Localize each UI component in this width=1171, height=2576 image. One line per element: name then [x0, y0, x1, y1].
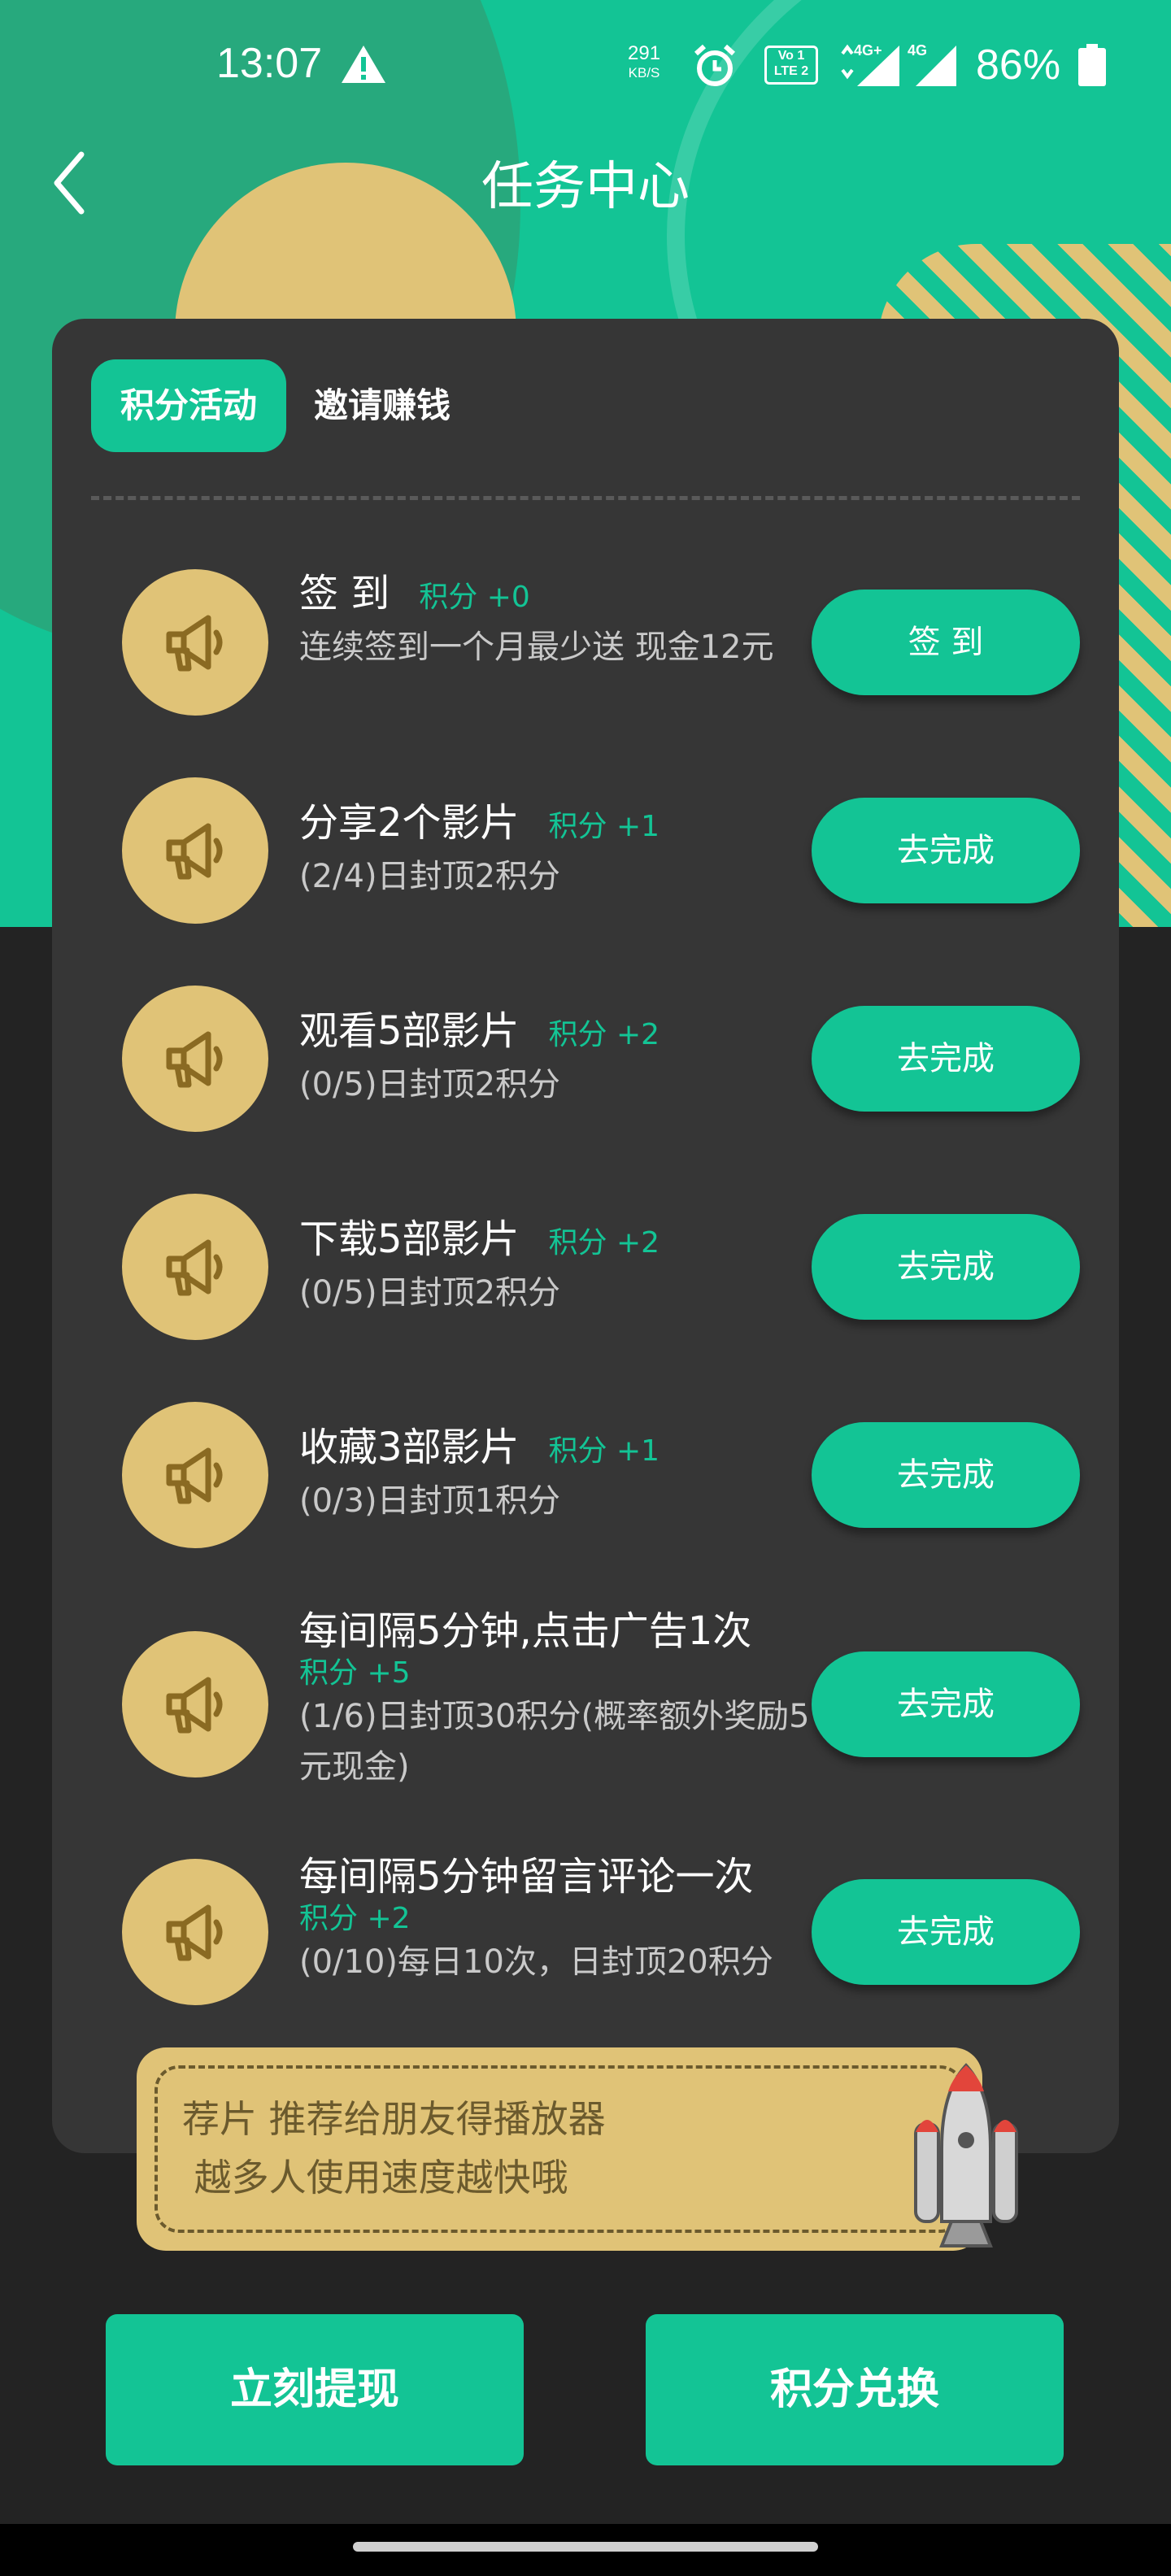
task-points: 积分 +5: [299, 1656, 411, 1690]
megaphone-icon: [122, 777, 268, 924]
task-points: 积分 +1: [548, 810, 660, 843]
signal-4g-plus-icon: 4G+: [841, 42, 899, 86]
home-gesture-bar[interactable]: [353, 2542, 818, 2552]
signal-label: 4G+: [854, 42, 882, 59]
checkin-button[interactable]: 签 到: [812, 590, 1080, 695]
warning-icon: [342, 46, 385, 83]
task-desc: (1/6)日封顶30积分(概率额外奖励5元现金): [299, 1698, 810, 1786]
task-name: 签 到积分 +0: [299, 571, 530, 616]
complete-button[interactable]: 去完成: [812, 1651, 1080, 1757]
tab-points-activity[interactable]: 积分活动: [91, 359, 286, 452]
battery-icon: [1078, 44, 1106, 86]
status-bar: 13:07 291 KB/S Vo 1 LTE 2 4G+ 4G 86%: [0, 0, 1171, 130]
complete-button[interactable]: 去完成: [812, 1214, 1080, 1320]
task-name: 下载5部影片 积分 +2: [299, 1216, 660, 1262]
task-points: 积分 +2: [548, 1018, 660, 1051]
points-exchange-button[interactable]: 积分兑换: [646, 2314, 1064, 2465]
megaphone-icon: [122, 986, 268, 1132]
task-points: 积分 +1: [548, 1434, 660, 1468]
task-points: 积分 +0: [419, 581, 530, 614]
megaphone-icon: [122, 569, 268, 716]
tab-invite-earn[interactable]: 邀请赚钱: [314, 359, 451, 452]
megaphone-icon: [122, 1402, 268, 1548]
withdraw-button[interactable]: 立刻提现: [106, 2314, 524, 2465]
task-card: 积分活动 邀请赚钱 签 到积分 +0 连续签到一个月最少送 现金12元 签 到 …: [52, 319, 1119, 2153]
task-name: 分享2个影片 积分 +1: [299, 800, 660, 846]
task-name: 观看5部影片 积分 +2: [299, 1008, 660, 1054]
signal-4g-icon: 4G: [908, 42, 956, 86]
task-desc: (0/5)日封顶2积分: [299, 1274, 561, 1312]
megaphone-icon: [122, 1859, 268, 2005]
megaphone-icon: [122, 1194, 268, 1340]
task-desc: (0/10)每日10次，日封顶20积分: [299, 1943, 773, 1981]
rocket-icon: [914, 2063, 1018, 2247]
task-desc: (0/3)日封顶1积分: [299, 1482, 561, 1520]
task-points: 积分 +2: [299, 1902, 411, 1935]
promo-text: 荐片 推荐给朋友得播放器 越多人使用速度越快哦: [182, 2097, 606, 2200]
task-name: 每间隔5分钟,点击广告1次: [299, 1608, 752, 1654]
complete-button[interactable]: 去完成: [812, 798, 1080, 903]
task-desc: 连续签到一个月最少送 现金12元: [299, 629, 774, 666]
signal-label: 4G: [908, 42, 927, 59]
alarm-icon: [694, 44, 736, 86]
task-desc: (2/4)日封顶2积分: [299, 858, 561, 895]
task-name: 每间隔5分钟留言评论一次: [299, 1854, 754, 1899]
complete-button[interactable]: 去完成: [812, 1879, 1080, 1985]
task-points: 积分 +2: [548, 1226, 660, 1260]
page-title: 任务中心: [481, 157, 690, 217]
task-desc: (0/5)日封顶2积分: [299, 1066, 561, 1103]
battery-percent: 86%: [976, 41, 1061, 89]
volte-icon: Vo 1 LTE 2: [764, 46, 818, 85]
status-time: 13:07: [216, 40, 323, 87]
task-center-page: 13:07 291 KB/S Vo 1 LTE 2 4G+ 4G 86% 任务中…: [0, 0, 1171, 2576]
system-nav-bar: [0, 2524, 1171, 2576]
megaphone-icon: [122, 1631, 268, 1778]
complete-button[interactable]: 去完成: [812, 1006, 1080, 1112]
task-name: 收藏3部影片 积分 +1: [299, 1425, 660, 1470]
network-speed: 291 KB/S: [628, 42, 661, 81]
complete-button[interactable]: 去完成: [812, 1422, 1080, 1528]
divider: [91, 496, 1080, 500]
promo-banner[interactable]: 荐片 推荐给朋友得播放器 越多人使用速度越快哦: [137, 2047, 982, 2251]
